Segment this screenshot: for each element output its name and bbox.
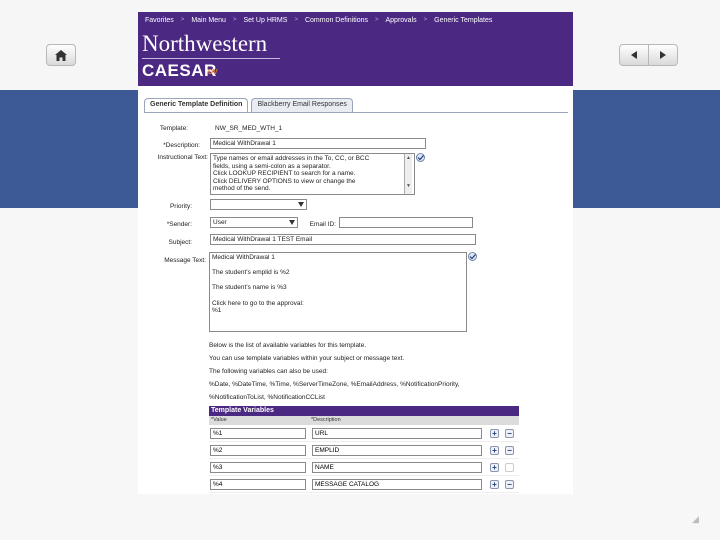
remove-row-button[interactable]: −	[505, 446, 514, 455]
nav-set-up-hrms[interactable]: Set Up HRMS	[236, 17, 294, 24]
add-row-button[interactable]: +	[490, 446, 499, 455]
instructional-line: Click DELIVERY OPTIONS to view or change…	[213, 177, 356, 185]
grid-title: Template Variables	[209, 406, 519, 416]
brand-divider	[142, 58, 280, 59]
add-row-button[interactable]: +	[490, 463, 499, 472]
spellcheck-icon[interactable]	[416, 153, 425, 162]
info-line: Below is the list of available variables…	[209, 342, 367, 349]
table-row: %2 EMPLID + −	[209, 442, 519, 459]
instructional-text-area[interactable]: Type names or email addresses in the To,…	[210, 153, 415, 195]
variable-description-field[interactable]: MESSAGE CATALOG	[312, 479, 482, 490]
message-text-label: Message Text:	[164, 257, 206, 264]
template-label: Template:	[159, 125, 188, 132]
instructional-line: method of the send.	[213, 185, 271, 193]
subject-label: Subject:	[168, 239, 193, 246]
message-line: ​	[212, 262, 464, 270]
home-button[interactable]	[46, 44, 76, 66]
info-line: You can use template variables within yo…	[209, 355, 405, 362]
info-line: %Date, %DateTime, %Time, %ServerTimeZone…	[209, 381, 460, 388]
instructional-line: Click LOOKUP RECIPIENT to search for a n…	[213, 170, 356, 178]
variable-value-field[interactable]: %3	[210, 462, 306, 473]
peoplesoft-screen: Favorites > Main Menu > Set Up HRMS > Co…	[138, 12, 573, 494]
column-header-description: *Description	[311, 417, 341, 423]
info-line: The following variables can also be used…	[209, 368, 328, 375]
variable-description-field[interactable]: URL	[312, 428, 482, 439]
remove-row-button[interactable]: −	[505, 429, 514, 438]
corner-mark-icon: ◢	[692, 514, 699, 524]
home-icon	[55, 49, 67, 61]
variable-description-field[interactable]: NAME	[312, 462, 482, 473]
variable-description-field[interactable]: EMPLID	[312, 445, 482, 456]
tab-blackberry-email-responses[interactable]: Blackberry Email Responses	[251, 98, 353, 113]
priority-label: Priority:	[169, 203, 192, 210]
brand-header: Northwestern CAESAR DV	[138, 28, 573, 86]
scroll-down-icon[interactable]: ▼	[405, 182, 412, 190]
add-row-button[interactable]: +	[490, 480, 499, 489]
previous-slide-button[interactable]	[619, 44, 649, 66]
environment-label: DV	[208, 69, 218, 76]
column-header-value: *Value	[211, 417, 227, 423]
message-line: The student's name is %3	[212, 284, 287, 292]
variable-value-field[interactable]: %2	[210, 445, 306, 456]
sender-value: User	[213, 219, 227, 226]
priority-dropdown[interactable]	[210, 199, 307, 210]
message-line: The student's emplid is %2	[212, 269, 290, 277]
template-variables-grid: Template Variables *Value *Description %…	[209, 406, 519, 493]
northwestern-logo: Northwestern	[142, 31, 268, 56]
scroll-up-icon[interactable]: ▲	[405, 154, 412, 162]
spellcheck-icon[interactable]	[468, 252, 477, 261]
message-text-area[interactable]: Medical WithDrawal 1 ​ The student's emp…	[209, 252, 467, 332]
page-tabs: Generic Template Definition Blackberry E…	[144, 98, 353, 113]
instructional-text-label: Instructional Text:	[157, 154, 208, 161]
email-id-field[interactable]	[339, 217, 473, 228]
nav-favorites[interactable]: Favorites	[138, 17, 181, 24]
info-line: %NotificationToList, %NotificationCCList	[209, 394, 325, 401]
chevron-down-icon	[298, 202, 304, 207]
description-label: *Description:	[163, 142, 200, 149]
message-line: Click here to go to the approval:	[212, 299, 304, 307]
table-row: %3 NAME +	[209, 459, 519, 476]
description-field[interactable]: Medical WithDrawal 1	[210, 138, 426, 149]
instructional-scrollbar[interactable]: ▲ ▼	[404, 154, 412, 194]
message-line: ​	[212, 277, 464, 285]
message-line: %1	[212, 307, 222, 315]
tab-generic-template-definition[interactable]: Generic Template Definition	[144, 98, 249, 113]
sender-dropdown[interactable]: User	[210, 217, 298, 228]
add-row-button[interactable]: +	[490, 429, 499, 438]
nav-generic-templates[interactable]: Generic Templates	[427, 17, 499, 24]
arrow-right-icon	[660, 51, 666, 59]
tab-underline	[144, 112, 568, 113]
remove-row-button[interactable]: −	[505, 480, 514, 489]
arrow-left-icon	[631, 51, 637, 59]
chevron-down-icon	[289, 220, 295, 225]
table-row: %4 MESSAGE CATALOG + −	[209, 476, 519, 493]
message-line: ​	[212, 292, 464, 300]
variable-value-field[interactable]: %4	[210, 479, 306, 490]
nav-main-menu[interactable]: Main Menu	[184, 17, 233, 24]
subject-field[interactable]: Medical WithDrawal 1 TEST Email	[210, 234, 476, 245]
message-line: Medical WithDrawal 1	[212, 254, 275, 261]
instructional-line: fields, using a semi-colon as a separato…	[213, 162, 331, 170]
top-navigation: Favorites > Main Menu > Set Up HRMS > Co…	[138, 12, 573, 28]
template-value: NW_SR_MED_WTH_1	[215, 125, 283, 132]
instructional-line: Type names or email addresses in the To,…	[213, 155, 370, 162]
email-id-label: Email ID:	[309, 221, 336, 228]
variable-value-field[interactable]: %1	[210, 428, 306, 439]
remove-row-button-disabled	[505, 463, 514, 472]
sender-label: *Sender:	[166, 221, 192, 228]
next-slide-button[interactable]	[648, 44, 678, 66]
nav-approvals[interactable]: Approvals	[379, 17, 424, 24]
nav-common-definitions[interactable]: Common Definitions	[298, 17, 375, 24]
grid-header: *Value *Description	[209, 416, 519, 425]
app-name: CAESAR	[142, 61, 217, 80]
table-row: %1 URL + −	[209, 425, 519, 442]
